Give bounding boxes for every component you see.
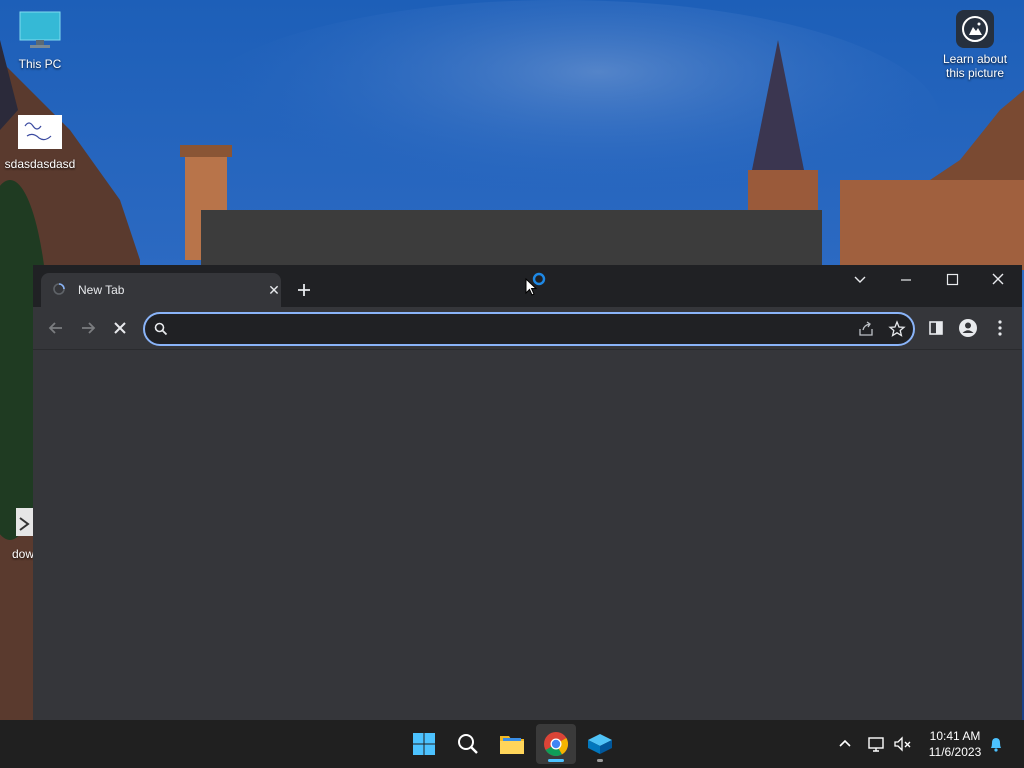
start-button[interactable] [404, 724, 444, 764]
minimize-button[interactable] [891, 269, 921, 291]
tab-close-icon[interactable]: ✕ [265, 281, 283, 299]
tab-new-tab[interactable]: New Tab ✕ [41, 273, 281, 307]
back-arrow-icon[interactable] [45, 317, 67, 339]
search-icon [154, 322, 168, 336]
forward-arrow-icon[interactable] [77, 317, 99, 339]
system-clock[interactable]: 10:41 AM 11/6/2023 [918, 728, 992, 760]
taskbar: 10:41 AM 11/6/2023 [0, 720, 1024, 768]
spotlight-label: Learn about this picture [930, 52, 1020, 80]
background-window[interactable] [201, 210, 822, 270]
browser-toolbar [33, 307, 1022, 350]
more-menu-icon[interactable] [989, 317, 1011, 339]
profile-avatar-icon[interactable] [957, 317, 979, 339]
share-icon[interactable] [857, 320, 875, 338]
spotlight-label-line2: this picture [945, 66, 1005, 80]
camera-icon [956, 10, 994, 48]
chrome-icon [544, 732, 569, 757]
taskbar-file-explorer[interactable] [492, 724, 532, 764]
image-file-icon [18, 115, 62, 149]
taskbar-chrome[interactable] [536, 724, 576, 764]
search-icon [458, 734, 478, 754]
side-panel-icon[interactable] [925, 317, 947, 339]
volume-muted-icon[interactable] [892, 732, 912, 756]
app-icon [588, 734, 612, 754]
clock-time: 10:41 AM [929, 729, 981, 743]
close-window-button[interactable] [983, 269, 1013, 291]
notification-bell-icon[interactable] [986, 732, 1006, 756]
desktop-icon-this-pc[interactable]: This PC [0, 10, 80, 71]
running-indicator [597, 759, 603, 762]
tab-title: New Tab [78, 283, 125, 297]
address-input[interactable] [179, 319, 843, 341]
address-bar[interactable] [143, 312, 915, 346]
mouse-cursor-icon [525, 278, 538, 296]
desktop-icon-label: This PC [18, 57, 62, 71]
learn-about-this-picture[interactable]: Learn about this picture [930, 10, 1020, 80]
windows-logo-icon [413, 733, 435, 755]
stop-loading-icon[interactable] [109, 317, 131, 339]
loading-spinner-icon [53, 283, 65, 295]
browser-window[interactable]: New Tab ✕ [33, 265, 1022, 720]
network-icon[interactable] [866, 732, 886, 756]
maximize-button[interactable] [937, 269, 967, 291]
desktop-icon-sdasdasdasd[interactable]: sdasdasdasd [0, 114, 80, 171]
spotlight-label-line1: Learn about [942, 52, 1008, 66]
taskbar-search-button[interactable] [448, 724, 488, 764]
folder-icon [500, 736, 524, 754]
desktop-icon-label: sdasdasdasd [4, 157, 76, 171]
clock-date: 11/6/2023 [928, 745, 982, 759]
running-indicator [548, 759, 564, 762]
page-content[interactable] [33, 350, 1022, 720]
bookmark-star-icon[interactable] [888, 320, 906, 338]
taskbar-app[interactable] [580, 724, 620, 764]
monitor-icon [19, 11, 61, 48]
show-hidden-icons-chevron-icon[interactable] [835, 732, 855, 756]
tab-search-chevron-icon[interactable] [845, 269, 875, 291]
new-tab-button[interactable] [293, 279, 315, 301]
